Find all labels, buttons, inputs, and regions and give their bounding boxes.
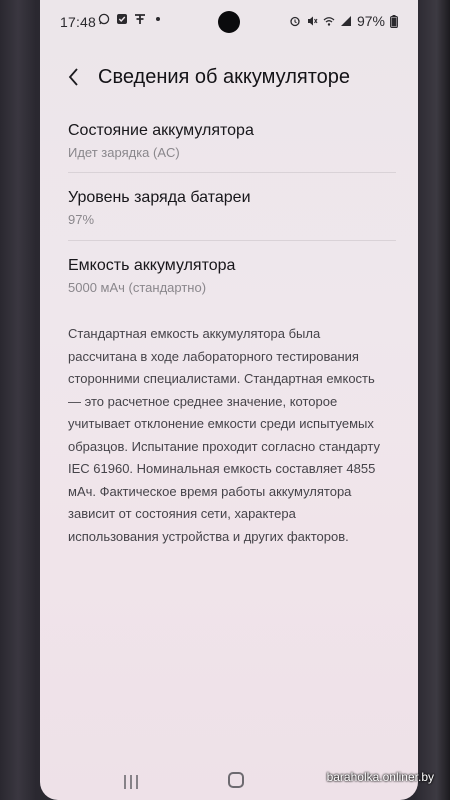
divider [68,240,396,241]
signal-icon [340,16,351,26]
list-item-capacity[interactable]: Емкость аккумулятора 5000 мАч (стандартн… [68,257,398,295]
item-subtitle: 97% [68,212,95,227]
battery-icon [390,14,398,28]
item-title: Уровень заряда батареи [68,189,251,206]
chevron-left-icon [68,68,78,86]
phone-frame: 17:48 97% Сведения об аккумуляторе Состо… [0,0,450,800]
notification-icons [98,13,164,25]
front-camera [218,11,240,33]
item-subtitle: 5000 мАч (стандартно) [68,280,207,295]
page-title: Сведения об аккумуляторе [98,66,351,88]
list-item-battery-state[interactable]: Состояние аккумулятора Идет зарядка (AC) [68,122,398,160]
home-icon[interactable] [228,772,244,788]
whatsapp-icon [98,13,110,25]
wifi-icon [323,17,335,26]
status-right-icons: 97% [289,13,398,29]
mute-icon [307,16,318,26]
status-time: 17:48 [60,14,97,30]
item-subtitle: Идет зарядка (AC) [68,145,180,160]
item-title: Состояние аккумулятора [68,122,254,139]
alarm-icon [290,16,300,27]
watermark: baraholka.onliner.by [326,770,434,784]
divider [68,172,396,173]
notification-icon [135,14,145,24]
capacity-description: Стандартная емкость аккумулятора была ра… [68,326,380,544]
header: Сведения об аккумуляторе [40,56,418,100]
recents-icon[interactable] [122,774,140,790]
list-item-charge-level[interactable]: Уровень заряда батареи 97% [68,189,398,227]
item-title: Емкость аккумулятора [68,257,236,274]
dot-icon [156,17,160,21]
screen: 17:48 97% Сведения об аккумуляторе Состо… [40,0,418,800]
battery-percent: 97% [356,13,385,29]
checkbox-icon [117,14,127,24]
status-bar: 17:48 97% [40,0,418,44]
back-button[interactable] [62,64,88,90]
